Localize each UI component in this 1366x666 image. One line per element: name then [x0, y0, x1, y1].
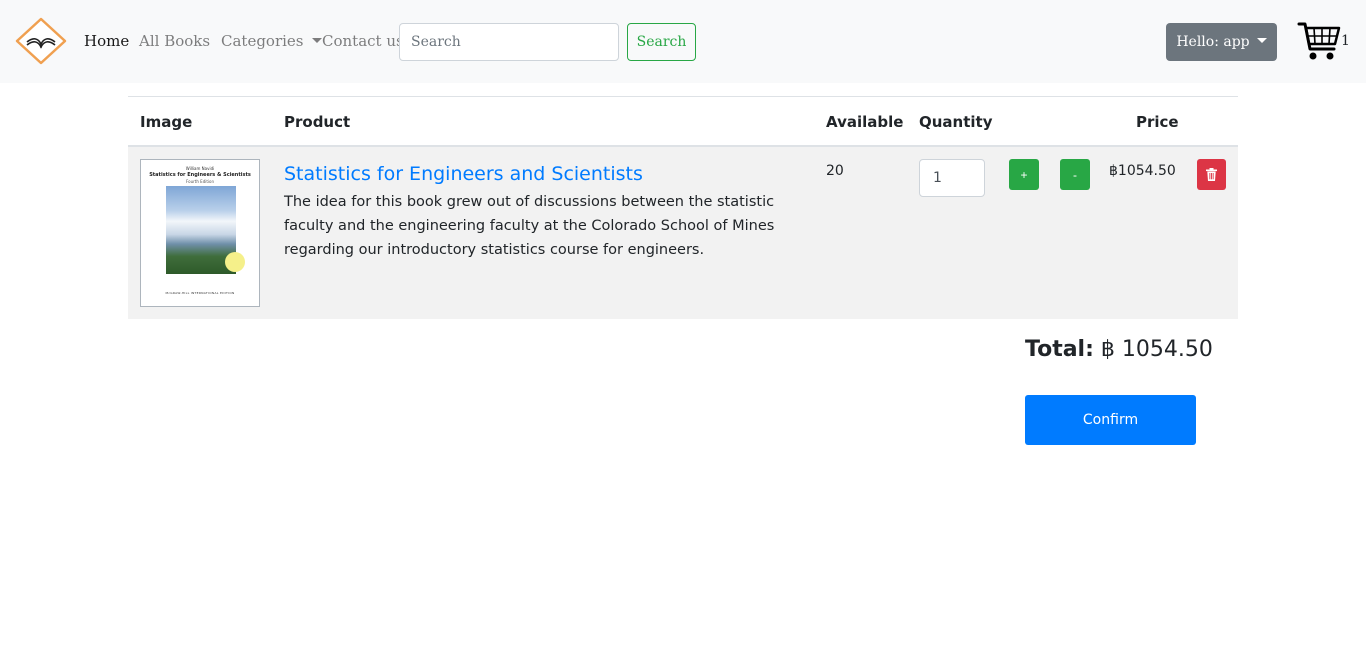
- header-price: Price: [1136, 113, 1179, 131]
- book-logo-icon[interactable]: [15, 17, 67, 65]
- nav-categories-dropdown[interactable]: Categories: [221, 32, 322, 50]
- user-menu-button[interactable]: Hello: app: [1166, 23, 1277, 61]
- trash-icon: [1206, 168, 1217, 181]
- user-menu-label: Hello: app: [1176, 34, 1250, 50]
- cover-edition: Fourth Edition: [186, 179, 214, 184]
- search-button[interactable]: Search: [627, 23, 696, 61]
- confirm-button[interactable]: Confirm: [1025, 395, 1196, 445]
- chevron-down-icon: [1256, 38, 1267, 43]
- decrease-quantity-button[interactable]: -: [1060, 159, 1090, 190]
- cart-count: 1: [1341, 33, 1350, 49]
- total-label: Total:: [1025, 337, 1094, 362]
- chevron-down-icon: [311, 38, 322, 43]
- nav-home[interactable]: Home: [84, 32, 129, 50]
- product-title-link[interactable]: Statistics for Engineers and Scientists: [284, 163, 643, 185]
- cover-title: Statistics for Engineers & Scientists: [149, 172, 251, 178]
- nav-categories-label: Categories: [221, 32, 304, 50]
- cover-publisher: McGRAW-HILL INTERNATIONAL EDITION: [165, 291, 235, 295]
- header-product: Product: [284, 113, 351, 131]
- delete-item-button[interactable]: [1197, 159, 1226, 190]
- total-value: ฿ 1054.50: [1100, 337, 1213, 362]
- nav-all-books[interactable]: All Books: [139, 32, 210, 50]
- header-available: Available: [826, 113, 904, 131]
- item-price: ฿1054.50: [1109, 163, 1176, 179]
- cover-sticker: [225, 252, 245, 272]
- nav-contact[interactable]: Contact us: [322, 32, 404, 50]
- search-input[interactable]: [399, 23, 619, 61]
- header-image: Image: [140, 113, 193, 131]
- quantity-input[interactable]: [919, 159, 985, 197]
- table-top-border: [128, 96, 1238, 97]
- book-cover-image: William Navidi Statistics for Engineers …: [140, 159, 260, 307]
- navbar: Home All Books Categories Contact us Sea…: [0, 0, 1366, 83]
- cover-author: William Navidi: [185, 166, 215, 171]
- product-description: The idea for this book grew out of discu…: [284, 194, 775, 258]
- shopping-cart-icon[interactable]: [1297, 19, 1341, 63]
- increase-quantity-button[interactable]: +: [1009, 159, 1039, 190]
- order-total: Total: ฿ 1054.50: [1025, 337, 1213, 362]
- header-quantity: Quantity: [919, 113, 993, 131]
- available-count: 20: [826, 163, 844, 179]
